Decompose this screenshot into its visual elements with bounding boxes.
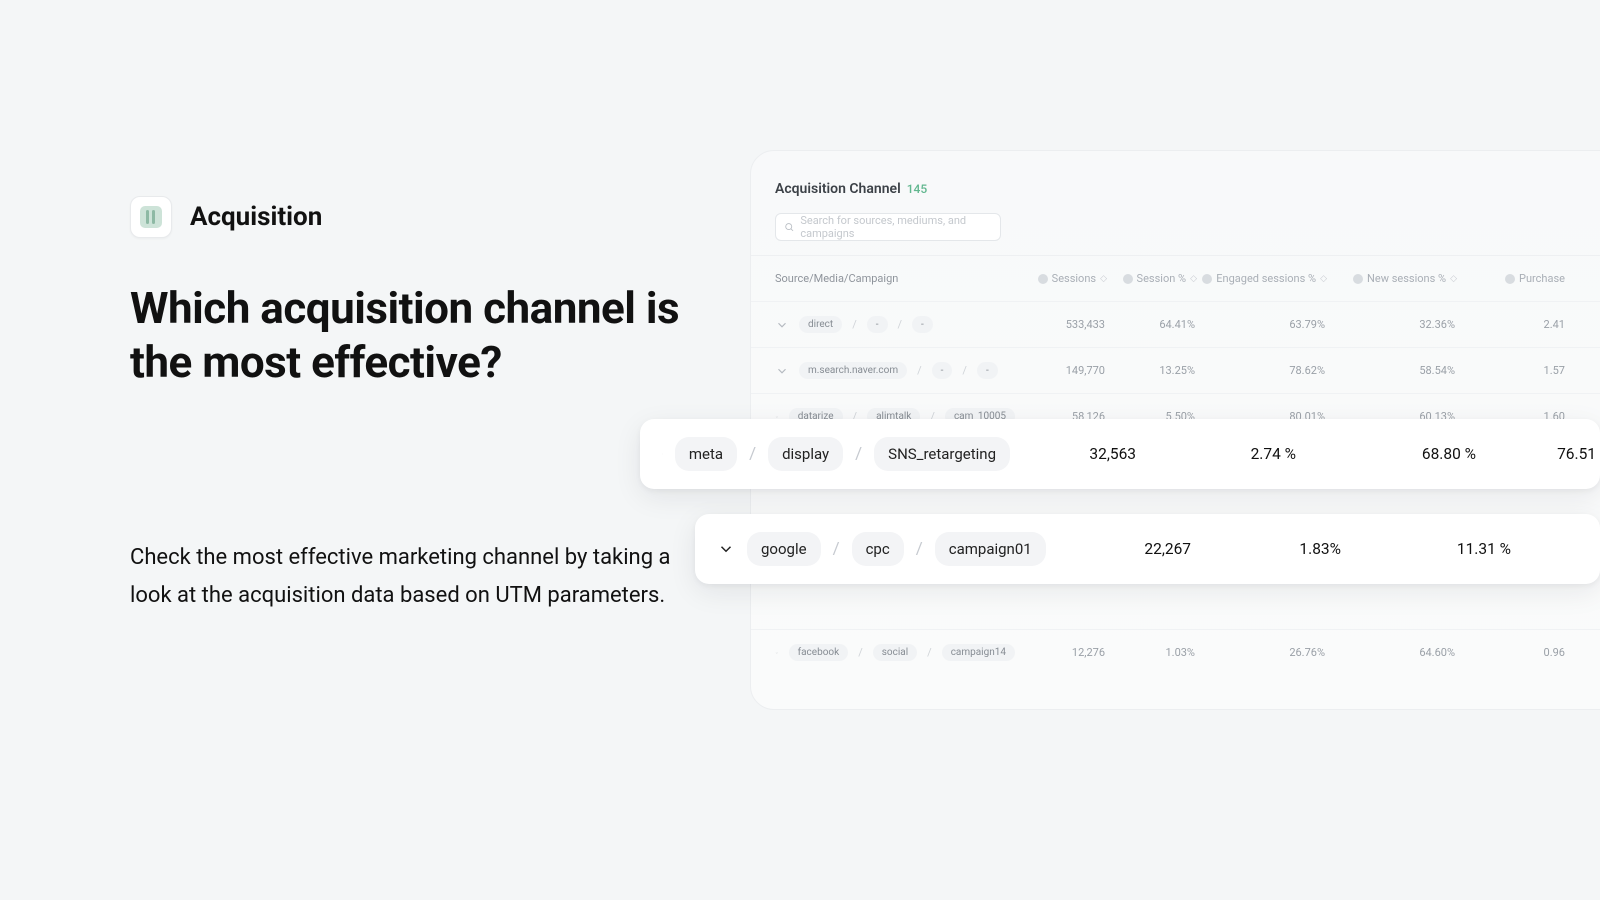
- subtext: Check the most effective marketing chann…: [130, 539, 690, 614]
- section-label: Acquisition: [190, 202, 322, 232]
- panel-count: 145: [907, 182, 927, 196]
- info-icon: [1505, 274, 1515, 284]
- col-sessions[interactable]: Sessions◇: [1015, 272, 1105, 285]
- table-header: Source/Media/Campaign Sessions◇ Session …: [751, 255, 1600, 301]
- source-pill: direct: [799, 316, 842, 333]
- campaign-pill: -: [977, 362, 998, 379]
- table-row[interactable]: facebook/ social/ campaign14 12,276 1.03…: [751, 629, 1600, 675]
- cell-purchase: 0.96: [1455, 646, 1565, 659]
- cell-engaged-pct: 78.62%: [1195, 364, 1325, 377]
- campaign-pill: campaign14: [942, 644, 1015, 661]
- info-icon: [1202, 274, 1212, 284]
- cell-sessions: 12,276: [1015, 646, 1105, 659]
- highlight-row[interactable]: google/ cpc/ campaign01 22,267 1.83% 11.…: [695, 514, 1600, 584]
- cell-sessions: 533,433: [1015, 318, 1105, 331]
- section-icon: [130, 196, 172, 238]
- cell-purchase: 1.57: [1455, 364, 1565, 377]
- cell-session-pct: 1.83%: [1195, 540, 1345, 558]
- col-source[interactable]: Source/Media/Campaign: [775, 272, 1015, 285]
- cell-new-pct: 58.54%: [1325, 364, 1455, 377]
- medium-pill: social: [873, 644, 917, 661]
- cell-session-pct: 13.25%: [1105, 364, 1195, 377]
- info-icon: [1038, 274, 1048, 284]
- source-pill: m.search.naver.com: [799, 362, 907, 379]
- medium-pill: cpc: [852, 532, 904, 566]
- cell-new-pct: 64.60%: [1325, 646, 1455, 659]
- chevron-down-icon: [775, 364, 789, 378]
- col-session-pct[interactable]: Session %◇: [1105, 272, 1195, 285]
- cell-sessions: 32,563: [1010, 445, 1140, 463]
- cell-sessions: 22,267: [1065, 540, 1195, 558]
- chevron-down-icon: [717, 540, 735, 558]
- highlight-row[interactable]: meta/ display/ SNS_retargeting 32,563 2.…: [640, 419, 1600, 489]
- cell-session-pct: 1.03%: [1105, 646, 1195, 659]
- headline: Which acquisition channel is the most ef…: [130, 282, 690, 389]
- campaign-pill: -: [912, 316, 933, 333]
- cell-engaged-pct: 26.76%: [1195, 646, 1325, 659]
- col-engaged-pct[interactable]: Engaged sessions %◇: [1195, 272, 1325, 285]
- col-purchase[interactable]: Purchase: [1455, 272, 1565, 285]
- info-icon: [1353, 274, 1363, 284]
- cell-session-pct: 2.74 %: [1140, 445, 1300, 463]
- source-pill: google: [747, 532, 821, 566]
- campaign-pill: campaign01: [935, 532, 1046, 566]
- source-pill: meta: [675, 437, 737, 471]
- table-row[interactable]: direct/ -/ - 533,433 64.41% 63.79% 32.36…: [751, 301, 1600, 347]
- source-pill: facebook: [789, 644, 849, 661]
- chevron-down-icon: [662, 445, 663, 463]
- chevron-down-icon: [775, 646, 779, 660]
- medium-pill: -: [867, 316, 888, 333]
- search-placeholder: Search for sources, mediums, and campaig…: [800, 214, 992, 240]
- table-row[interactable]: m.search.naver.com/ -/ - 149,770 13.25% …: [751, 347, 1600, 393]
- panel-title: Acquisition Channel: [775, 181, 901, 197]
- chevron-down-icon: [775, 318, 789, 332]
- cell-session-pct: 64.41%: [1105, 318, 1195, 331]
- cell-new-pct: 32.36%: [1325, 318, 1455, 331]
- cell-engaged-pct: 68.80 %: [1300, 445, 1480, 463]
- medium-pill: display: [768, 437, 843, 471]
- cell-purchase: 2.41: [1455, 318, 1565, 331]
- search-icon: [784, 221, 794, 233]
- cell-engaged-pct: 63.79%: [1195, 318, 1325, 331]
- medium-pill: -: [932, 362, 953, 379]
- info-icon: [1123, 274, 1133, 284]
- campaign-pill: SNS_retargeting: [874, 437, 1010, 471]
- cell-engaged-pct: 11.31 %: [1345, 540, 1515, 558]
- search-input[interactable]: Search for sources, mediums, and campaig…: [775, 213, 1001, 241]
- cell-new-pct: 76.51: [1480, 445, 1600, 463]
- cell-sessions: 149,770: [1015, 364, 1105, 377]
- col-new-pct[interactable]: New sessions %◇: [1325, 272, 1455, 285]
